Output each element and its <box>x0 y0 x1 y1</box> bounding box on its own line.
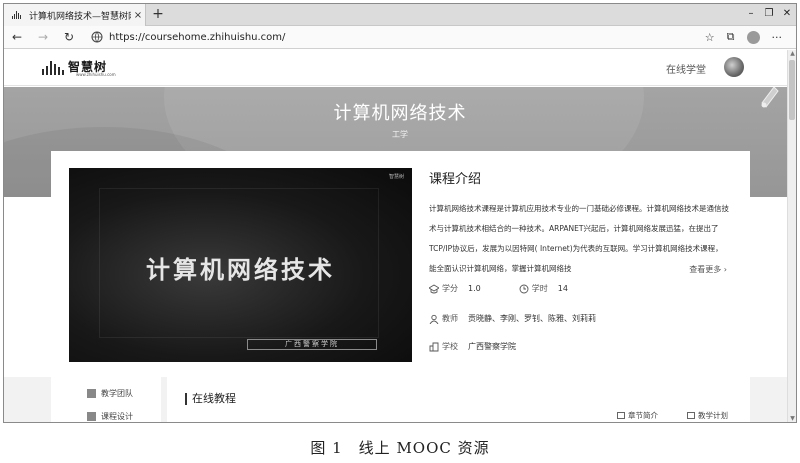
site-favicon-icon <box>12 11 24 19</box>
logo-bars-icon <box>42 61 64 75</box>
tab-title: 计算机网络技术—智慧树网 <box>29 11 131 22</box>
teaching-plan-link[interactable]: 教学计划 <box>687 410 728 421</box>
side-item-label: 课程设计 <box>101 412 133 421</box>
chapter-intro-label: 章节简介 <box>628 411 658 420</box>
page-scrollbar[interactable]: ▲ ▼ <box>787 50 796 422</box>
more-menu-icon[interactable]: ··· <box>772 31 783 44</box>
collections-icon[interactable]: ⧉ <box>727 30 735 44</box>
tutorial-panel: 在线教程 章节简介 教学计划 <box>167 377 750 422</box>
favorites-star-icon[interactable]: ☆ <box>705 31 715 44</box>
graduation-cap-icon <box>429 283 439 293</box>
course-title: 计算机网络技术 <box>333 103 467 124</box>
minimize-button[interactable]: – <box>742 4 760 26</box>
chapter-intro-link[interactable]: 章节简介 <box>617 410 658 421</box>
url-field[interactable]: https://coursehome.zhihuishu.com/ <box>90 26 705 48</box>
school-building-icon <box>429 342 439 351</box>
intro-heading: 课程介绍 <box>429 172 482 187</box>
see-more-link[interactable]: 查看更多 › <box>683 264 727 275</box>
cover-school: 广西警察学院 <box>247 339 377 350</box>
scroll-down-icon[interactable]: ▼ <box>788 415 796 422</box>
browser-tab[interactable]: 计算机网络技术—智慧树网 × <box>4 4 146 26</box>
school-name: 广西警察学院 <box>468 342 516 351</box>
scroll-up-icon[interactable]: ▲ <box>788 50 796 59</box>
restore-button[interactable]: ❐ <box>760 4 778 26</box>
url-text: https://coursehome.zhihuishu.com/ <box>109 31 286 43</box>
site-header: 智慧树 www.zhihuishu.com 在线学堂 <box>4 49 796 86</box>
site-logo[interactable]: 智慧树 www.zhihuishu.com <box>42 57 116 77</box>
cover-title: 计算机网络技术 <box>146 256 335 284</box>
lower-section: 教学团队 课程设计 在线教程 章节简介 教学计划 <box>4 377 796 422</box>
hours-value: 14 <box>557 284 568 293</box>
list-icon <box>617 412 625 419</box>
reload-button[interactable]: ↻ <box>56 30 82 44</box>
course-intro: 课程介绍 计算机网络技术课程是计算机应用技术专业的一门基础必修课程。计算机网络技… <box>429 168 729 279</box>
credit-value: 1.0 <box>468 284 481 293</box>
hours-label: 学时 <box>531 284 548 293</box>
credit-label: 学分 <box>442 284 458 293</box>
site-info-icon[interactable] <box>90 30 104 44</box>
school-label: 学校 <box>442 342 458 351</box>
team-icon <box>87 389 96 398</box>
course-card: 智慧树 计算机网络技术 广西警察学院 课程介绍 计算机网络技术课程是计算机应用技… <box>51 151 750 377</box>
side-item-label: 教学团队 <box>101 389 133 398</box>
profile-icon[interactable] <box>746 30 760 44</box>
scrollbar-thumb[interactable] <box>789 60 795 120</box>
credit-hours-row: 学分 1.0 学时 14 <box>429 283 568 294</box>
person-icon <box>429 314 439 324</box>
calendar-icon <box>687 412 695 419</box>
section-title: 在线教程 <box>185 393 236 405</box>
address-bar: ← → ↻ https://coursehome.zhihuishu.com/ … <box>4 26 796 49</box>
new-tab-button[interactable]: + <box>150 6 166 22</box>
logo-subtext: www.zhihuishu.com <box>76 72 116 77</box>
side-item-team[interactable]: 教学团队 <box>87 388 133 399</box>
browser-window: 计算机网络技术—智慧树网 × + – ❐ ✕ ← → ↻ https://cou… <box>3 3 797 423</box>
side-menu: 教学团队 课程设计 <box>51 377 161 422</box>
teacher-row: 教师 贡晓静、李刚、罗钊、陈雅、刘莉莉 <box>429 313 596 324</box>
back-button[interactable]: ← <box>4 30 30 44</box>
figure-caption: 图 1 线上 MOOC 资源 <box>310 439 490 457</box>
school-row: 学校 广西警察学院 <box>429 341 516 352</box>
forward-button[interactable]: → <box>30 30 56 44</box>
side-item-design[interactable]: 课程设计 <box>87 411 133 422</box>
tab-close-icon[interactable]: × <box>131 10 145 21</box>
ribbon-badge-icon[interactable] <box>758 87 782 111</box>
course-category: 工学 <box>392 130 408 139</box>
teacher-names: 贡晓静、李刚、罗钊、陈雅、刘莉莉 <box>468 314 596 323</box>
window-controls: – ❐ ✕ <box>742 4 796 26</box>
close-window-button[interactable]: ✕ <box>778 4 796 26</box>
cover-logo: 智慧树 <box>388 174 404 180</box>
browser-toolbar: ☆ ⧉ ··· <box>705 30 796 44</box>
online-classroom-link[interactable]: 在线学堂 <box>666 61 706 76</box>
course-cover-image[interactable]: 智慧树 计算机网络技术 广西警察学院 <box>69 168 412 362</box>
clock-icon <box>519 284 529 293</box>
teaching-plan-label: 教学计划 <box>698 411 728 420</box>
document-icon <box>87 412 96 421</box>
teacher-label: 教师 <box>442 314 458 323</box>
tab-strip: 计算机网络技术—智慧树网 × + – ❐ ✕ <box>4 4 796 26</box>
user-avatar[interactable] <box>724 57 744 77</box>
